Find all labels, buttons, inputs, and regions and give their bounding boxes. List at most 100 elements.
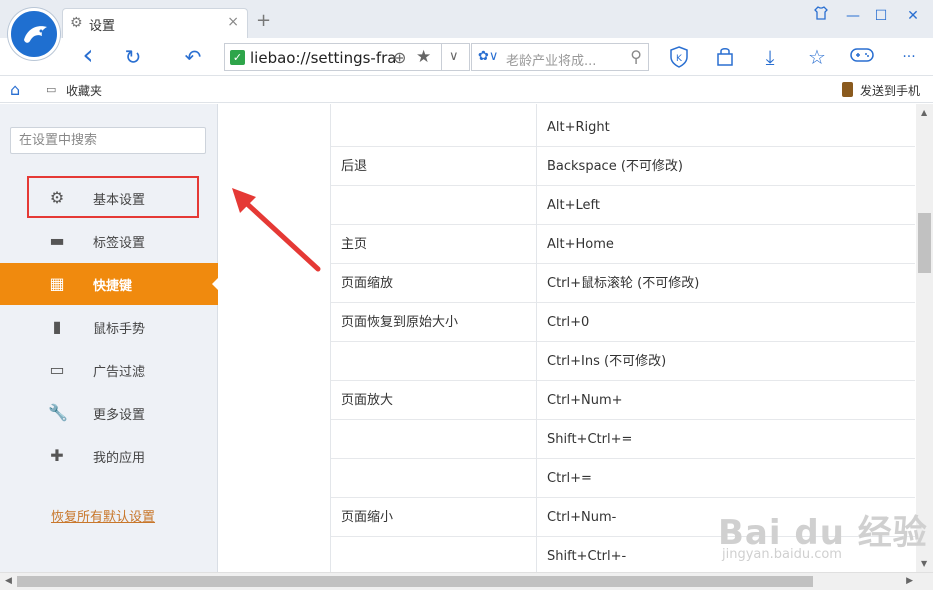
shortcut-key[interactable]: Shift+Ctrl+= bbox=[537, 420, 632, 459]
download-icon[interactable]: ⤓ bbox=[758, 46, 782, 68]
shortcut-action bbox=[331, 459, 537, 498]
sidebar-item-label: 鼠标手势 bbox=[93, 322, 146, 337]
shortcut-key[interactable]: Ctrl+Num+ bbox=[537, 381, 623, 420]
shortcuts-panel: Alt+Right 后退 Backspace (不可修改) Alt+Left 主… bbox=[219, 104, 916, 572]
minimize-button[interactable]: — bbox=[838, 4, 868, 28]
sidebar-item-label: 标签设置 bbox=[93, 236, 146, 251]
table-row: 页面缩放 Ctrl+鼠标滚轮 (不可修改) bbox=[331, 264, 915, 303]
sidebar-item-label: 我的应用 bbox=[93, 451, 146, 466]
table-row: 后退 Backspace (不可修改) bbox=[331, 147, 915, 186]
address-bar[interactable]: ✓ liebao://settings-frame/ ⊕ ★ ∨ bbox=[224, 43, 470, 71]
shortcut-action bbox=[331, 342, 537, 381]
shortcut-action: 页面缩放 bbox=[331, 264, 537, 303]
sidebar-item-label: 快捷键 bbox=[93, 279, 133, 294]
sidebar-item-more-settings[interactable]: 🔧 更多设置 bbox=[0, 392, 218, 434]
shortcut-action: 主页 bbox=[331, 225, 537, 264]
scroll-up-icon[interactable]: ▲ bbox=[921, 108, 927, 117]
watermark-url: jingyan.baidu.com bbox=[722, 547, 842, 562]
send-to-phone-link[interactable]: 发送到手机 bbox=[860, 82, 920, 99]
shortcut-key: Backspace (不可修改) bbox=[547, 159, 683, 174]
sidebar-item-ad-filter[interactable]: ▭ 广告过滤 bbox=[0, 349, 218, 391]
maximize-button[interactable]: ☐ bbox=[866, 4, 896, 28]
refresh-icon[interactable]: ↻ bbox=[121, 46, 145, 68]
address-separator bbox=[441, 44, 442, 70]
more-icon[interactable]: ··· bbox=[897, 46, 921, 68]
settings-search-box[interactable] bbox=[10, 127, 206, 154]
tab-close-icon[interactable]: × bbox=[227, 14, 239, 30]
baidu-paw-icon[interactable]: ✿∨ bbox=[478, 49, 498, 64]
table-row: Ctrl+Ins (不可修改) bbox=[331, 342, 915, 381]
scroll-left-icon[interactable]: ◀ bbox=[5, 576, 12, 586]
shortcut-action bbox=[331, 104, 537, 147]
sidebar-item-mouse-gestures[interactable]: ▮ 鼠标手势 bbox=[0, 306, 218, 348]
shortcut-key: Ctrl+Ins (不可修改) bbox=[547, 354, 667, 369]
close-window-button[interactable]: ✕ bbox=[898, 4, 928, 28]
new-tab-button[interactable]: + bbox=[256, 12, 271, 30]
tab-settings[interactable]: ⚙ 设置 × bbox=[62, 8, 248, 38]
table-row: Alt+Left bbox=[331, 186, 915, 225]
sidebar-item-shortcuts[interactable]: ▦ 快捷键 bbox=[0, 263, 219, 305]
address-url[interactable]: liebao://settings-frame/ bbox=[250, 49, 395, 67]
shortcut-action: 页面放大 bbox=[331, 381, 537, 420]
search-icon[interactable]: ⚲ bbox=[630, 47, 642, 66]
shortcut-key[interactable]: Shift+Ctrl+- bbox=[537, 537, 626, 572]
search-input[interactable]: 老龄产业将成... bbox=[506, 50, 596, 69]
shortcut-grid-icon: ▦ bbox=[49, 274, 65, 293]
shortcut-action bbox=[331, 186, 537, 225]
svg-text:K: K bbox=[676, 54, 683, 64]
table-row: 主页 Alt+Home bbox=[331, 225, 915, 264]
shortcut-key: Ctrl+鼠标滚轮 (不可修改) bbox=[547, 276, 700, 291]
shortcut-action: 后退 bbox=[331, 147, 537, 186]
title-bar: ⚙ 设置 × + — ☐ ✕ bbox=[0, 0, 933, 38]
folder-icon: ▭ bbox=[46, 83, 57, 96]
shield-k-icon[interactable]: K bbox=[667, 46, 691, 68]
cheetah-logo-icon bbox=[18, 18, 52, 52]
sidebar-item-my-apps[interactable]: ✚ 我的应用 bbox=[0, 435, 218, 477]
table-row: Shift+Ctrl+= bbox=[331, 420, 915, 459]
chevron-down-icon[interactable]: ∨ bbox=[449, 49, 459, 64]
settings-search-input[interactable] bbox=[11, 128, 205, 153]
horizontal-scroll-thumb[interactable] bbox=[17, 576, 813, 587]
bookmark-star-icon[interactable]: ★ bbox=[416, 47, 431, 67]
phone-icon bbox=[842, 82, 853, 97]
restore-defaults-link[interactable]: 恢复所有默认设置 bbox=[51, 506, 155, 525]
table-row: 页面放大 Ctrl+Num+ bbox=[331, 381, 915, 420]
wrench-icon: 🔧 bbox=[48, 403, 68, 422]
home-icon[interactable]: ⌂ bbox=[10, 80, 20, 99]
horizontal-scrollbar[interactable]: ◀ ▶ bbox=[0, 572, 933, 590]
liebao-logo[interactable] bbox=[8, 8, 60, 60]
secure-check-icon: ✓ bbox=[230, 50, 245, 65]
skin-icon[interactable] bbox=[806, 4, 836, 28]
scroll-down-icon[interactable]: ▼ bbox=[921, 559, 927, 568]
shortcut-action: 页面缩小 bbox=[331, 498, 537, 537]
shortcut-key[interactable]: Ctrl+= bbox=[537, 459, 592, 498]
shortcut-table: Alt+Right 后退 Backspace (不可修改) Alt+Left 主… bbox=[330, 104, 915, 572]
sidebar-item-tabs[interactable]: ▬ 标签设置 bbox=[0, 220, 218, 262]
scroll-right-icon[interactable]: ▶ bbox=[906, 576, 913, 586]
undo-icon[interactable]: ↶ bbox=[181, 46, 205, 68]
annotation-highlight-box bbox=[27, 176, 199, 218]
vertical-scroll-thumb[interactable] bbox=[918, 213, 931, 273]
shortcut-key[interactable]: Alt+Right bbox=[537, 104, 610, 147]
baidu-jingyan-watermark: Bai du 经验 jingyan.baidu.com bbox=[718, 505, 928, 562]
settings-sidebar: ⚙ 基本设置 ▬ 标签设置 ▦ 快捷键 ▮ 鼠标手势 ▭ 广告过滤 🔧 更多设置… bbox=[0, 104, 219, 572]
shortcut-action bbox=[331, 537, 537, 572]
window-icon: ▭ bbox=[49, 360, 65, 379]
star-icon[interactable]: ☆ bbox=[805, 46, 829, 68]
annotation-arrow bbox=[232, 188, 321, 272]
sidebar-item-label: 广告过滤 bbox=[93, 365, 146, 380]
shortcut-key[interactable]: Ctrl+Num- bbox=[537, 498, 616, 537]
favorites-link[interactable]: 收藏夹 bbox=[66, 82, 102, 99]
bookmark-bar: ⌂ ▭ 收藏夹 发送到手机 bbox=[0, 77, 933, 103]
shortcut-action bbox=[331, 420, 537, 459]
shortcut-key[interactable]: Alt+Left bbox=[537, 186, 600, 225]
search-box[interactable]: ✿∨ 老龄产业将成... ⚲ bbox=[471, 43, 649, 71]
back-icon[interactable]: ‹ bbox=[76, 41, 100, 69]
shortcut-key[interactable]: Alt+Home bbox=[537, 225, 614, 264]
vertical-scrollbar[interactable]: ▲ ▼ bbox=[916, 104, 933, 572]
gamepad-icon[interactable] bbox=[850, 46, 874, 68]
gear-icon: ⚙ bbox=[70, 15, 83, 31]
plugin-icon[interactable]: ⊕ bbox=[393, 48, 406, 67]
lock-icon[interactable] bbox=[713, 46, 737, 68]
shortcut-key[interactable]: Ctrl+0 bbox=[537, 303, 589, 342]
